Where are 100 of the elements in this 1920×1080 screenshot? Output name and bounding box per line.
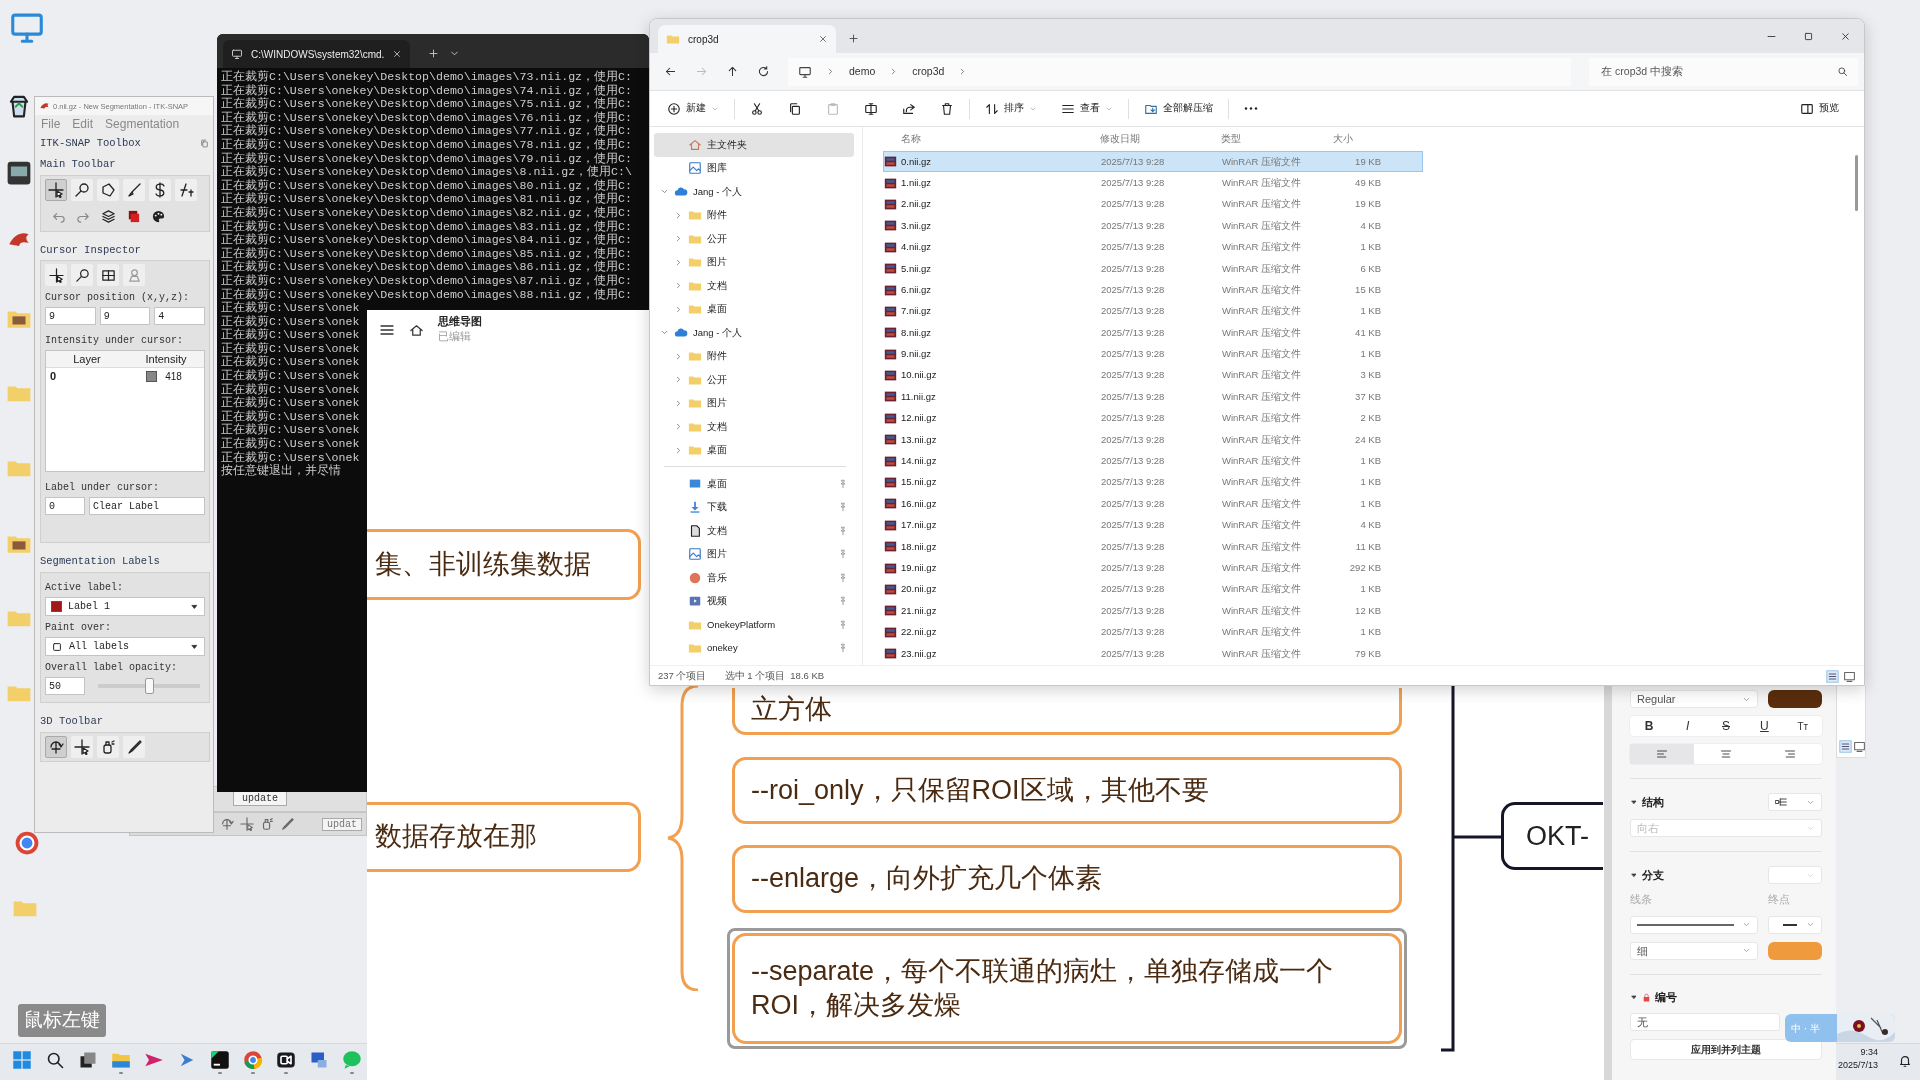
- label-name-field[interactable]: Clear Label: [89, 497, 205, 516]
- bold-button[interactable]: B: [1630, 716, 1669, 736]
- file-row[interactable]: 20.nii.gz 2025/7/13 9:28 WinRAR 压缩文件 1 KB: [883, 578, 1423, 601]
- file-row[interactable]: 12.nii.gz 2025/7/13 9:28 WinRAR 压缩文件 2 KB: [883, 407, 1423, 430]
- breadcrumb-link[interactable]: demo: [849, 63, 876, 80]
- nav-item[interactable]: 下载: [654, 495, 854, 519]
- file-row[interactable]: 22.nii.gz 2025/7/13 9:28 WinRAR 压缩文件 1 KB: [883, 621, 1423, 643]
- underline-button[interactable]: U: [1745, 716, 1784, 736]
- file-row[interactable]: 6.nii.gz 2025/7/13 9:28 WinRAR 压缩文件 15 KB: [883, 279, 1423, 301]
- preview-button[interactable]: 预览: [1791, 98, 1848, 119]
- column-header[interactable]: 修改日期: [1100, 131, 1221, 147]
- file-row[interactable]: 23.nii.gz 2025/7/13 9:28 WinRAR 压缩文件 79 KB: [883, 643, 1423, 665]
- nav-label[interactable]: 音乐: [707, 570, 833, 585]
- file-row[interactable]: 5.nii.gz 2025/7/13 9:28 WinRAR 压缩文件 6 KB: [883, 257, 1423, 280]
- label-dropdown[interactable]: Label 1: [45, 597, 205, 616]
- nav-label[interactable]: 视频: [707, 594, 833, 609]
- strike-button[interactable]: S: [1706, 716, 1746, 736]
- nav-item[interactable]: 图库: [654, 156, 854, 180]
- nav-label[interactable]: 图片: [707, 396, 848, 411]
- nav-label[interactable]: 公开: [707, 231, 848, 246]
- column-header[interactable]: 名称: [883, 131, 1100, 147]
- nav-label[interactable]: 文档: [707, 419, 848, 434]
- file-row[interactable]: 10.nii.gz 2025/7/13 9:28 WinRAR 压缩文件 3 KB: [883, 364, 1423, 387]
- nav-item[interactable]: 文档: [654, 519, 854, 543]
- nav-label[interactable]: 附件: [707, 208, 848, 223]
- nav-item[interactable]: Jang - 个人: [654, 321, 854, 345]
- nav-item[interactable]: 图片: [654, 391, 854, 415]
- file-row[interactable]: 16.nii.gz 2025/7/13 9:28 WinRAR 压缩文件 1 KB: [883, 493, 1423, 515]
- paint-over-dropdown[interactable]: All labels: [45, 637, 205, 656]
- nav-label[interactable]: 附件: [707, 349, 848, 364]
- thickness-dropdown[interactable]: 细: [1630, 941, 1758, 960]
- file-row[interactable]: 4.nii.gz 2025/7/13 9:28 WinRAR 压缩文件 1 KB: [883, 236, 1423, 258]
- coordinate-field[interactable]: 4: [154, 307, 205, 326]
- size-button[interactable]: Tт: [1783, 716, 1823, 736]
- nav-item[interactable]: 公开: [654, 227, 854, 251]
- coordinate-field[interactable]: 9: [45, 307, 96, 326]
- file-row[interactable]: 15.nii.gz 2025/7/13 9:28 WinRAR 压缩文件 1 KB: [883, 471, 1423, 494]
- file-row[interactable]: 11.nii.gz 2025/7/13 9:28 WinRAR 压缩文件 37 KB: [883, 386, 1423, 408]
- nav-label[interactable]: 文档: [707, 523, 833, 538]
- apply-button[interactable]: 应用到并列主题: [1630, 1039, 1822, 1061]
- nav-label[interactable]: 下载: [707, 500, 833, 515]
- column-header[interactable]: 类型: [1221, 131, 1333, 147]
- file-row[interactable]: 18.nii.gz 2025/7/13 9:28 WinRAR 压缩文件 11 KB: [883, 536, 1423, 558]
- nav-item[interactable]: 附件: [654, 344, 854, 368]
- topic-node[interactable]: 数据存放在那: [367, 802, 641, 872]
- nav-label[interactable]: 图片: [707, 547, 833, 562]
- nav-label[interactable]: 桌面: [707, 476, 833, 491]
- file-row[interactable]: 8.nii.gz 2025/7/13 9:28 WinRAR 压缩文件 41 KB: [883, 322, 1423, 344]
- sort-button[interactable]: 排序: [976, 98, 1046, 119]
- italic-button[interactable]: I: [1668, 716, 1707, 736]
- topic-node[interactable]: 立方体: [732, 688, 1402, 735]
- update-button[interactable]: updat: [322, 817, 362, 831]
- view-button[interactable]: 查看: [1052, 98, 1122, 119]
- coordinate-field[interactable]: 9: [99, 307, 151, 326]
- font-style-dropdown[interactable]: Regular: [1630, 690, 1758, 708]
- nav-item[interactable]: 公开: [654, 368, 854, 392]
- opacity-field[interactable]: 50: [45, 677, 85, 695]
- nav-label[interactable]: 桌面: [707, 443, 848, 458]
- file-row[interactable]: 21.nii.gz 2025/7/13 9:28 WinRAR 压缩文件 12 KB: [883, 600, 1423, 622]
- nav-label[interactable]: 主文件夹: [707, 137, 848, 152]
- topic-node[interactable]: --enlarge，向外扩充几个体素: [732, 845, 1402, 913]
- nav-item[interactable]: 文档: [654, 274, 854, 298]
- file-row[interactable]: 19.nii.gz 2025/7/13 9:28 WinRAR 压缩文件 292 KB: [883, 557, 1423, 579]
- file-row[interactable]: 0.nii.gz 2025/7/13 9:28 WinRAR 压缩文件 19 KB: [883, 151, 1423, 173]
- extract-button[interactable]: 全部解压缩: [1135, 98, 1222, 119]
- topic-node[interactable]: --separate，每个不联通的病灶，单独存储成一个ROI，解决多发燥: [732, 933, 1402, 1044]
- nav-item[interactable]: 音乐: [654, 566, 854, 590]
- nav-label[interactable]: Jang - 个人: [693, 325, 848, 340]
- label-id-field[interactable]: 0: [45, 497, 85, 516]
- nav-label[interactable]: OnekeyPlatform: [707, 617, 833, 632]
- nav-item[interactable]: 图片: [654, 542, 854, 566]
- file-row[interactable]: 14.nii.gz 2025/7/13 9:28 WinRAR 压缩文件 1 KB: [883, 450, 1423, 472]
- file-row[interactable]: 2.nii.gz 2025/7/13 9:28 WinRAR 压缩文件 19 KB: [883, 193, 1423, 216]
- nav-label[interactable]: 图库: [707, 161, 848, 176]
- nav-item[interactable]: 文档: [654, 415, 854, 439]
- file-row[interactable]: 9.nii.gz 2025/7/13 9:28 WinRAR 压缩文件 1 KB: [883, 343, 1423, 365]
- nav-item[interactable]: Jang - 个人: [654, 180, 854, 204]
- nav-item[interactable]: 桌面: [654, 472, 854, 496]
- topic-node[interactable]: --roi_only，只保留ROI区域，其他不要: [732, 757, 1402, 824]
- search-field[interactable]: 在 crop3d 中搜索: [1599, 62, 1837, 81]
- nav-label[interactable]: 公开: [707, 372, 848, 387]
- nav-label[interactable]: 桌面: [707, 302, 848, 317]
- nav-label[interactable]: 文档: [707, 278, 848, 293]
- address-bar[interactable]: demo crop3d: [788, 57, 1572, 86]
- nav-label[interactable]: 图片: [707, 255, 848, 270]
- tab[interactable]: crop3d: [658, 25, 836, 53]
- nav-item[interactable]: 桌面: [654, 297, 854, 321]
- nav-item[interactable]: 附件: [654, 203, 854, 227]
- file-row[interactable]: 3.nii.gz 2025/7/13 9:28 WinRAR 压缩文件 4 KB: [883, 215, 1423, 237]
- column-header[interactable]: 大小: [1333, 131, 1383, 147]
- nav-label[interactable]: Jang - 个人: [693, 184, 848, 199]
- file-row[interactable]: 17.nii.gz 2025/7/13 9:28 WinRAR 压缩文件 4 KB: [883, 514, 1423, 537]
- topic-node[interactable]: OKT-: [1501, 802, 1603, 870]
- terminal-tab[interactable]: C:\WINDOWS\system32\cmd.: [223, 40, 411, 68]
- nav-item[interactable]: 视频: [654, 589, 854, 613]
- breadcrumb-link[interactable]: crop3d: [912, 63, 945, 80]
- nav-item[interactable]: 主文件夹: [654, 133, 854, 157]
- file-row[interactable]: 7.nii.gz 2025/7/13 9:28 WinRAR 压缩文件 1 KB: [883, 300, 1423, 323]
- topic-node[interactable]: 集、非训练集数据: [367, 529, 641, 600]
- nav-item[interactable]: OnekeyPlatform: [654, 613, 854, 637]
